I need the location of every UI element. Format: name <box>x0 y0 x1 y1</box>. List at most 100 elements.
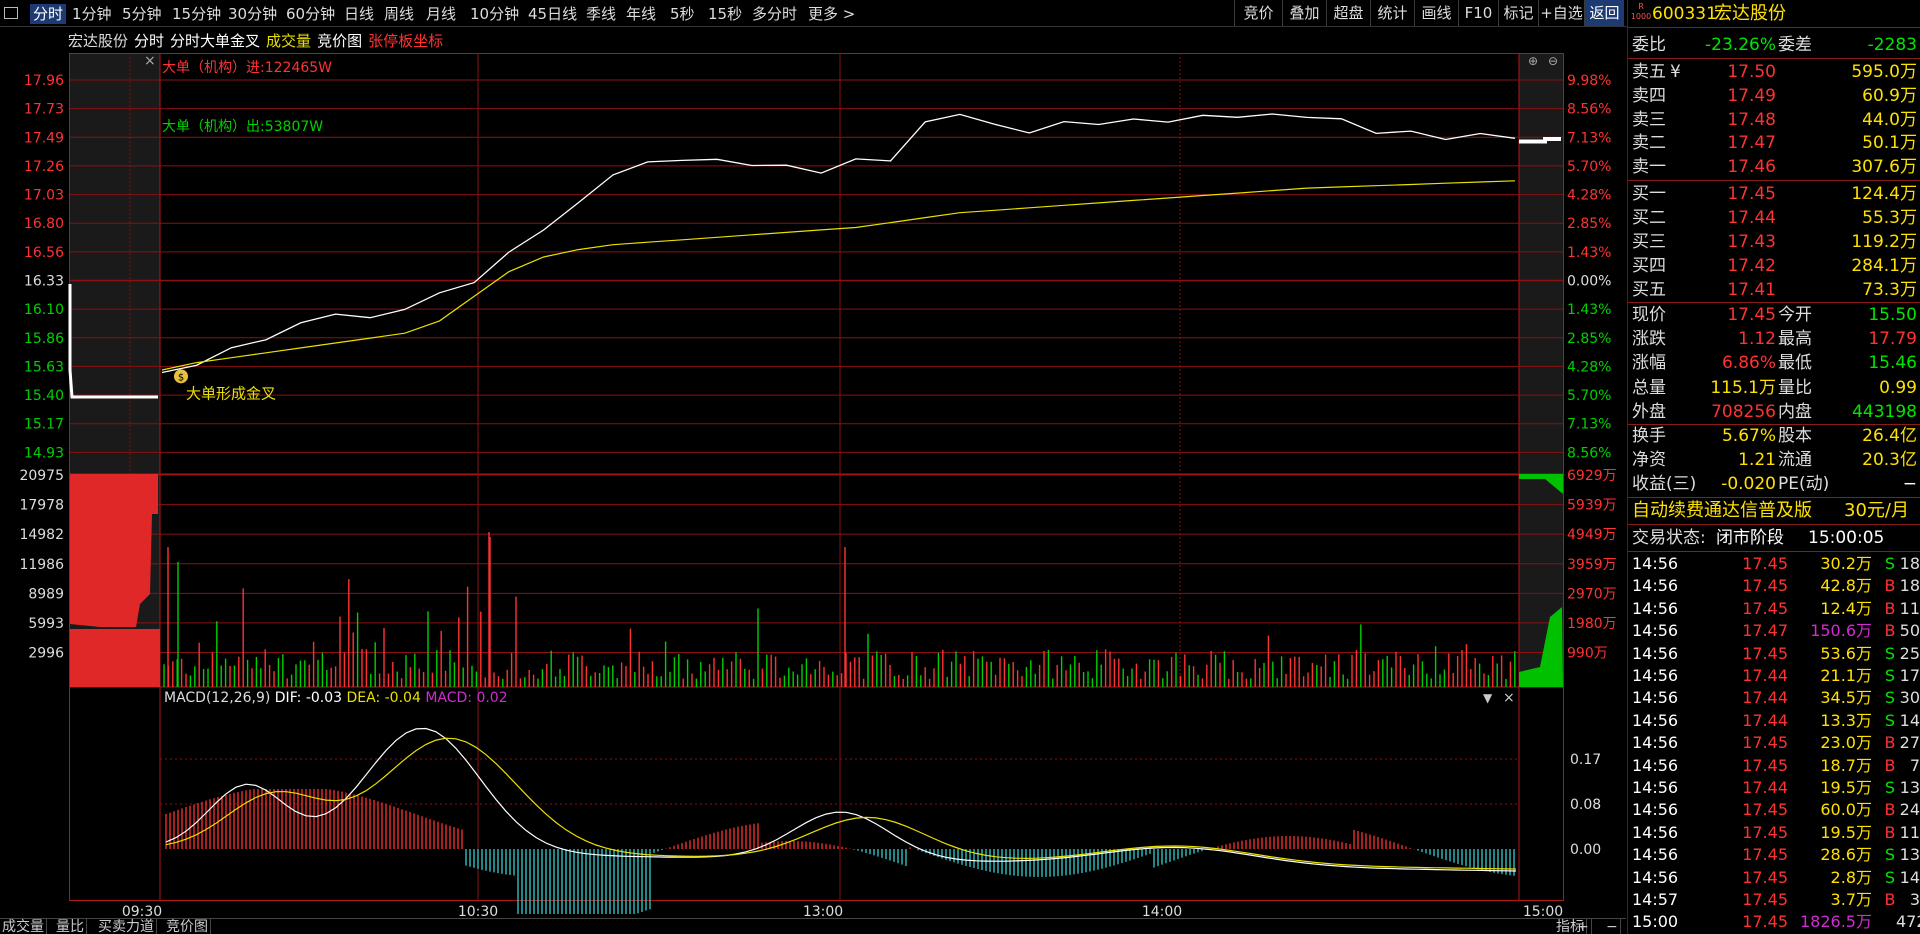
price-tick-right: 7.13% <box>1567 130 1611 146</box>
chart-header-item-0[interactable]: 分时 <box>134 32 164 50</box>
period-tab-11[interactable]: 季线 <box>586 4 616 24</box>
period-tab-10[interactable]: 45日线 <box>528 4 577 24</box>
price-tick-left: 14.93 <box>24 445 64 461</box>
chart-header-item-1[interactable]: 分时大单金叉 <box>170 32 260 50</box>
period-tab-14[interactable]: 15秒 <box>708 4 742 24</box>
period-tab-15[interactable]: 多分时 <box>752 4 797 24</box>
yen-icon: ¥ <box>1670 62 1681 82</box>
quote-panel: R 1000 600331 宏达股份 委比 -23.26% 委差 -2283 卖五 ¥17.50 5… <box>1627 0 1920 934</box>
stat-row-2: 涨幅 6.86% 最低 15.46 <box>1632 353 1917 374</box>
period-tab-0[interactable]: 分时 <box>30 4 67 24</box>
bottom-right-2[interactable]: − <box>1604 919 1621 934</box>
sell-level-1[interactable]: 卖一 17.46 307.6万 <box>1628 155 1920 179</box>
buy-level-4[interactable]: 买四 17.42 284.1万 <box>1628 254 1920 278</box>
sell-level-5[interactable]: 卖五 ¥17.50 595.0万 <box>1628 60 1920 84</box>
period-tab-2[interactable]: 5分钟 <box>122 4 162 24</box>
time-tick: 15:00 <box>1523 904 1563 918</box>
price-tick-left: 15.63 <box>24 359 64 375</box>
expand-icon[interactable]: ⊖ <box>1548 54 1558 68</box>
macd-tick: 0.17 <box>1570 752 1601 768</box>
price-tick-left: 17.96 <box>24 73 64 89</box>
buy-level-1[interactable]: 买一 17.45 124.4万 <box>1628 182 1920 206</box>
volume-tick-left: 2996 <box>28 646 64 662</box>
price-tick-right: 8.56% <box>1567 102 1611 118</box>
price-tick-right: 4.28% <box>1567 359 1611 375</box>
menu-icon[interactable] <box>4 7 18 19</box>
toolbar-button-2[interactable]: 超盘 <box>1326 0 1370 26</box>
divider <box>1628 27 1920 28</box>
chart-header-item-3[interactable]: 竞价图 <box>317 32 362 50</box>
price-tick-left: 16.10 <box>24 302 64 318</box>
toolbar-button-6[interactable]: 标记 <box>1498 0 1538 26</box>
period-tab-1[interactable]: 1分钟 <box>72 4 112 24</box>
toolbar-button-4[interactable]: 画线 <box>1414 0 1458 26</box>
stat-row-3: 总量 115.1万 量比 0.99 <box>1632 377 1917 398</box>
buy-level-3[interactable]: 买三 17.43 119.2万 <box>1628 230 1920 254</box>
macd-close-icon[interactable]: × <box>1503 690 1515 706</box>
golden-cross-marker: $ <box>178 372 184 383</box>
tick-row: 14:56 17.45 28.6万 S 13 <box>1632 845 1920 865</box>
buy-level-2[interactable]: 买二 17.44 55.3万 <box>1628 206 1920 230</box>
toolbar-button-7[interactable]: +自选 <box>1538 0 1584 26</box>
sell-level-4[interactable]: 卖四 17.49 60.9万 <box>1628 84 1920 108</box>
promo-banner[interactable]: 自动续费通达信普及版 30元/月 <box>1628 499 1920 523</box>
macd-legend: MACD(12,26,9) DIF: -0.03 DEA: -0.04 MACD… <box>164 690 508 706</box>
sell-level-2[interactable]: 卖二 17.47 50.1万 <box>1628 131 1920 155</box>
toolbar-button-1[interactable]: 叠加 <box>1282 0 1326 26</box>
divider <box>1628 497 1920 498</box>
trade-status: 交易状态: 闭市阶段 15:00:05 <box>1632 528 1885 548</box>
stat2-row-0: 换手 5.67% 股本 26.4亿 <box>1632 426 1917 446</box>
price-tick-left: 16.80 <box>24 216 64 232</box>
toolbar-button-5[interactable]: F10 <box>1458 0 1498 26</box>
volume-tick-left: 8989 <box>28 586 64 602</box>
close-icon[interactable]: × <box>144 53 156 69</box>
tick-row: 14:56 17.45 19.5万 B 11 <box>1632 822 1920 842</box>
period-tab-4[interactable]: 30分钟 <box>228 4 277 24</box>
series-line-0 <box>161 113 1516 374</box>
tick-row: 15:0017.451826.5万472 <box>1632 912 1920 932</box>
bottom-tab-0[interactable]: 成交量 <box>0 919 47 934</box>
chart-area[interactable]: 17.96 9.98% 17.73 8.56% 17.49 7.13% 17.26 5.70%… <box>0 27 1626 934</box>
intraday-chart[interactable]: 17.96 9.98% 17.73 8.56% 17.49 7.13% 17.26 5.70%… <box>0 27 1626 918</box>
period-tab-6[interactable]: 日线 <box>344 4 374 24</box>
price-tick-left: 15.86 <box>24 331 64 347</box>
collapse-icon[interactable]: ⊕ <box>1528 54 1538 68</box>
period-tab-13[interactable]: 5秒 <box>670 4 695 24</box>
bottom-right-1[interactable]: + <box>1575 919 1592 934</box>
time-tick: 09:30 <box>122 904 162 918</box>
bottom-tab-1[interactable]: 量比 <box>54 919 87 934</box>
volume-tick-left: 20975 <box>19 468 64 484</box>
period-tab-5[interactable]: 60分钟 <box>286 4 335 24</box>
price-tick-left: 16.56 <box>24 245 64 261</box>
toolbar-button-8[interactable]: 返回 <box>1584 0 1624 26</box>
chart-header-item-4[interactable]: 张停板坐标 <box>368 32 443 50</box>
stat-row-1: 涨跌 1.12 最高 17.79 <box>1632 329 1917 350</box>
period-tab-12[interactable]: 年线 <box>626 4 656 24</box>
macd-dropdown-icon[interactable]: ▼ <box>1483 691 1493 705</box>
tick-row: 14:56 17.44 19.5万 S 13 <box>1632 778 1920 797</box>
chart-header: 宏达股份 分时 分时大单金叉 成交量 竞价图 张停板坐标 <box>68 30 449 50</box>
price-tick-left: 15.17 <box>24 417 64 433</box>
buy-level-5[interactable]: 买五 17.41 73.3万 <box>1628 278 1920 302</box>
sell-level-3[interactable]: 卖三 17.48 44.0万 <box>1628 108 1920 132</box>
period-tab-8[interactable]: 月线 <box>426 4 456 24</box>
chart-header-item-2[interactable]: 成交量 <box>266 32 311 50</box>
stock-code: 600331 <box>1652 4 1717 24</box>
period-tab-7[interactable]: 周线 <box>384 4 414 24</box>
period-tab-3[interactable]: 15分钟 <box>172 4 221 24</box>
price-tick-right: 1.43% <box>1567 245 1611 261</box>
price-tick-right: 5.70% <box>1567 388 1611 404</box>
period-tab-9[interactable]: 10分钟 <box>470 4 519 24</box>
period-tab-16[interactable]: 更多 > <box>808 4 855 24</box>
time-tick: 13:00 <box>803 904 843 918</box>
toolbar-button-0[interactable]: 竞价 <box>1234 0 1282 26</box>
bottom-tab-2[interactable]: 买卖力道 <box>96 919 157 934</box>
chart-stock-name: 宏达股份 <box>68 32 129 50</box>
bottom-tab-3[interactable]: 竞价图 <box>164 919 211 934</box>
dif-line <box>165 727 1517 872</box>
macd-tick: 0.00 <box>1570 842 1601 858</box>
tick-row: 14:57 17.45 3.7万 B 3 <box>1632 890 1920 909</box>
stat2-row-1: 净资 1.21 流通 20.3亿 <box>1632 450 1917 470</box>
series-line-1 <box>161 180 1516 371</box>
toolbar-button-3[interactable]: 统计 <box>1370 0 1414 26</box>
